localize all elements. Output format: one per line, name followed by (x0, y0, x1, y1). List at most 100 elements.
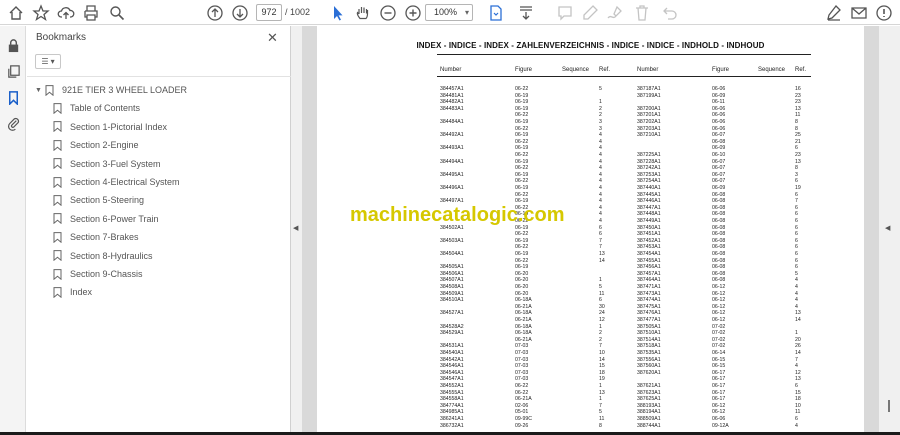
part-number-cell: 387202A1 (637, 119, 661, 125)
bookmark-item[interactable]: Section 8-Hydraulics (53, 248, 153, 264)
figure-cell: 06-07 (712, 165, 726, 172)
figure-cell: 07-03 (515, 350, 529, 356)
bookmark-item[interactable]: Section 5-Steering (53, 192, 144, 208)
figure-cell: 06-08 (712, 244, 726, 251)
part-number-cell: 384457A1 (440, 86, 464, 92)
ref-cell: 1 (599, 396, 602, 403)
column-header: Ref. (599, 67, 611, 73)
bookmark-item[interactable]: Table of Contents (53, 100, 140, 116)
undo-icon[interactable] (660, 3, 680, 23)
pages-thumbnail-icon[interactable] (4, 62, 22, 80)
home-icon[interactable] (6, 3, 26, 23)
edit-sign-icon[interactable] (824, 3, 844, 23)
figure-cell: 06-20 (515, 290, 529, 297)
ref-cell: 7 (599, 402, 602, 409)
ref-cell: 24 (599, 310, 605, 317)
figure-cell: 06-09 (712, 145, 726, 152)
hand-tool-icon[interactable] (353, 3, 373, 23)
ref-cell: 10 (599, 350, 605, 356)
panel-splitter[interactable]: ◀ (291, 26, 302, 435)
ref-cell: 1 (599, 323, 602, 330)
print-icon[interactable] (81, 3, 101, 23)
ref-cell: 6 (795, 257, 798, 264)
email-icon[interactable] (849, 3, 869, 23)
part-number-cell: 384528A2 (440, 323, 464, 330)
draw-icon[interactable] (605, 3, 625, 23)
bookmark-item[interactable]: Section 4-Electrical System (53, 174, 180, 190)
figure-cell: 06-22 (515, 257, 529, 264)
bookmark-options-button[interactable]: ☰ ▾ (35, 54, 61, 69)
bookmark-panel-icon[interactable] (4, 88, 22, 106)
figure-cell: 06-20 (515, 270, 529, 277)
lock-icon[interactable] (4, 36, 22, 54)
column-header: Number (440, 67, 462, 73)
bookmark-icon (53, 268, 62, 280)
cloud-upload-icon[interactable] (56, 3, 76, 23)
zoom-out-icon[interactable] (378, 3, 398, 23)
bookmark-icon (53, 158, 62, 170)
ref-cell: 25 (795, 132, 801, 139)
column-header: Ref. (795, 67, 807, 73)
ref-cell: 5 (599, 409, 602, 416)
page-display-icon[interactable] (486, 3, 506, 23)
figure-cell: 06-17 (712, 369, 726, 376)
select-cursor-icon[interactable] (328, 3, 348, 23)
bookmark-item[interactable]: Section 7-Brakes (53, 229, 139, 245)
ref-cell: 6 (795, 191, 798, 198)
zoom-in-icon[interactable] (403, 3, 423, 23)
column-header: Figure (515, 67, 533, 73)
ref-cell: 23 (795, 152, 801, 158)
figure-cell: 06-20 (515, 284, 529, 290)
attachment-icon[interactable] (4, 114, 22, 132)
figure-cell: 06-19 (515, 145, 529, 152)
account-icon[interactable] (874, 3, 894, 23)
expand-right-icon[interactable]: ◀ (885, 224, 890, 232)
document-viewport[interactable]: INDEX - INDICE - INDEX - ZAHLENVERZEICHN… (302, 26, 879, 435)
collapse-left-icon[interactable]: ◀ (293, 224, 298, 232)
part-number-cell: 387505A1 (637, 323, 661, 330)
star-icon[interactable] (31, 3, 51, 23)
bookmark-root[interactable]: ▼ 921E TIER 3 WHEEL LOADER (35, 82, 187, 98)
part-number-cell: 387448A1 (637, 211, 661, 218)
page-number-input[interactable]: 972 (256, 4, 282, 21)
expand-caret-icon[interactable]: ▼ (35, 87, 45, 94)
next-page-icon[interactable] (230, 3, 250, 23)
part-number-cell: 387454A1 (637, 251, 661, 257)
ref-cell: 5 (599, 86, 602, 92)
part-number-cell: 384555A1 (440, 389, 464, 396)
highlight-pen-icon[interactable] (580, 3, 600, 23)
ref-cell: 4 (599, 138, 602, 145)
scrollbar-thumb[interactable] (888, 400, 890, 412)
ref-cell: 13 (795, 376, 801, 383)
bookmark-item[interactable]: Section 9-Chassis (53, 266, 143, 282)
ref-cell: 4 (795, 363, 798, 370)
part-number-cell: 387210A1 (637, 132, 661, 139)
part-number-cell: 384985A1 (440, 409, 464, 416)
figure-cell: 06-12 (712, 290, 726, 297)
part-number-cell: 387451A1 (637, 231, 661, 238)
ref-cell: 6 (795, 383, 798, 389)
bookmark-item[interactable]: Section 6-Power Train (53, 211, 159, 227)
column-header: Sequence (758, 67, 786, 73)
figure-cell: 06-21A (515, 396, 532, 403)
bookmark-item[interactable]: Index (53, 284, 92, 300)
bookmark-label: Section 1-Pictorial Index (70, 121, 168, 132)
bookmark-item[interactable]: Section 1-Pictorial Index (53, 119, 167, 135)
part-number-cell: 384508A1 (440, 284, 464, 290)
ref-cell: 4 (599, 152, 602, 158)
figure-cell: 06-22 (515, 112, 529, 119)
figure-cell: 06-21A (515, 303, 532, 310)
bookmark-item[interactable]: Section 2-Engine (53, 137, 139, 153)
bookmark-item[interactable]: Section 3-Fuel System (53, 156, 161, 172)
part-number-cell: 384494A1 (440, 158, 464, 165)
scroll-mode-icon[interactable] (516, 3, 536, 23)
zoom-select[interactable]: 100% ▾ (425, 4, 473, 21)
ref-cell: 30 (599, 303, 605, 310)
previous-page-icon[interactable] (205, 3, 225, 23)
figure-cell: 06-19 (515, 158, 529, 165)
comment-icon[interactable] (555, 3, 575, 23)
delete-icon[interactable] (632, 3, 652, 23)
close-icon[interactable]: ✕ (267, 30, 278, 46)
search-icon[interactable] (107, 3, 127, 23)
ref-cell: 4 (599, 165, 602, 172)
